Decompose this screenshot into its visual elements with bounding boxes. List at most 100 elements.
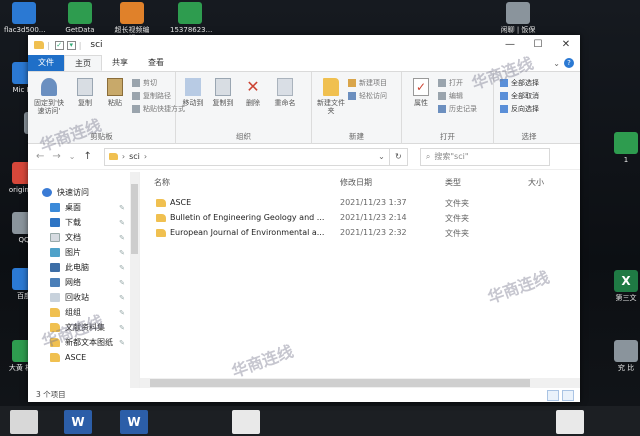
easy-access-button[interactable]: 轻松访问	[348, 91, 387, 101]
properties-button[interactable]: ✓ 属性	[406, 78, 436, 107]
horizontal-scrollbar[interactable]	[140, 378, 580, 388]
taskbar-doc-icon[interactable]	[556, 410, 584, 434]
maximize-button[interactable]: ☐	[524, 35, 552, 55]
net-icon	[50, 278, 60, 287]
edit-button[interactable]: 编辑	[438, 91, 463, 101]
desktop-shortcut[interactable]: 15378623...	[170, 2, 212, 34]
desktop-shortcut-label: 第三文	[615, 294, 637, 302]
desktop-shortcut[interactable]: GetData	[60, 2, 100, 34]
details-view-icon[interactable]	[547, 390, 559, 401]
ribbon-tab[interactable]: 文件	[28, 55, 64, 71]
word-icon[interactable]: W	[64, 410, 92, 434]
nav-item-label: 新都文本图纸	[65, 338, 113, 347]
new-folder-button[interactable]: 新建文件夹	[316, 78, 346, 115]
nav-item-label: 图片	[65, 248, 81, 257]
copy-to-button[interactable]: 复制到	[208, 78, 238, 107]
recent-locations-icon[interactable]: ⌄	[69, 152, 76, 161]
desktop-shortcut[interactable]: 究 比	[606, 340, 640, 372]
pin-icon: ✎	[119, 233, 125, 242]
table-row[interactable]: European Journal of Environmental a... 20…	[140, 226, 580, 241]
nav-item[interactable]: 组组 ✎	[28, 305, 139, 320]
pin-quick-access-button[interactable]: 固定到'快速访问'	[32, 78, 66, 115]
desktop-shortcut-label: 究 比	[617, 364, 635, 372]
copy-button[interactable]: 复制	[70, 78, 100, 107]
column-size[interactable]: 大小	[528, 177, 544, 188]
search-input[interactable]: ⌕ 搜索"sci"	[419, 147, 550, 166]
doc-icon	[50, 233, 60, 242]
desktop-shortcut[interactable]: X 第三文	[606, 270, 640, 302]
taskbar-doc-icon[interactable]	[232, 410, 260, 434]
nav-item[interactable]: 新都文本图纸 ✎	[28, 335, 139, 350]
copy-path-button[interactable]: 复制路径	[132, 91, 171, 101]
move-to-button[interactable]: 移动到	[178, 78, 208, 107]
breadcrumb-sci[interactable]: sci	[129, 152, 140, 161]
invert-selection-button[interactable]: 反向选择	[500, 104, 539, 114]
open-icon	[438, 79, 446, 87]
rename-button[interactable]: 重命名	[270, 78, 300, 107]
file-date: 2021/11/23 1:37	[340, 198, 407, 207]
table-row[interactable]: ASCE 2021/11/23 1:37 文件夹	[140, 196, 580, 211]
expand-ribbon-icon[interactable]: ⌄	[553, 59, 560, 68]
nav-scrollbar-thumb[interactable]	[131, 184, 138, 254]
nav-item[interactable]: 网络 ✎	[28, 275, 139, 290]
checkmark-icon: ✓	[413, 78, 429, 96]
chevron-down-icon[interactable]: ⌄	[378, 152, 385, 161]
nav-item-label: 快速访问	[57, 188, 89, 197]
ribbon-tab[interactable]: 共享	[102, 55, 138, 71]
nav-item[interactable]: 此电脑 ✎	[28, 260, 139, 275]
desktop-shortcut-label: 闲聊 | 饭保	[500, 26, 536, 34]
close-button[interactable]: ✕	[552, 35, 580, 55]
forward-arrow-icon[interactable]: →	[52, 151, 60, 162]
nav-scrollbar[interactable]	[130, 172, 139, 388]
history-button[interactable]: 历史记录	[438, 104, 477, 114]
breadcrumb-sep: ›	[143, 152, 148, 161]
cut-button[interactable]: 剪切	[132, 78, 157, 88]
pc-icon	[50, 263, 60, 272]
nav-item[interactable]: 下载 ✎	[28, 215, 139, 230]
properties-quick-icon[interactable]: ✓	[54, 40, 64, 50]
fold-icon	[50, 353, 60, 362]
open-button[interactable]: 打开	[438, 78, 463, 88]
select-none-button[interactable]: 全部取消	[500, 91, 539, 101]
nav-item[interactable]: 桌面 ✎	[28, 200, 139, 215]
copy-path-icon	[132, 92, 140, 100]
large-icons-view-icon[interactable]	[562, 390, 574, 401]
file-type: 文件夹	[445, 199, 469, 208]
nav-item[interactable]: 回收站 ✎	[28, 290, 139, 305]
desktop-shortcut[interactable]: 闲聊 | 饭保	[498, 2, 538, 34]
ribbon-tab[interactable]: 查看	[138, 55, 174, 71]
delete-button[interactable]: ✕ 删除	[238, 78, 268, 108]
help-icon[interactable]: ?	[564, 58, 574, 68]
column-name[interactable]: 名称	[154, 177, 170, 188]
ribbon-tab[interactable]: 主页	[64, 55, 102, 71]
nav-item[interactable]: 快速访问	[28, 185, 139, 200]
desktop-shortcut-label: flac3d500...	[4, 26, 46, 34]
nav-item[interactable]: 文档 ✎	[28, 230, 139, 245]
fold-icon	[50, 308, 60, 317]
up-arrow-icon[interactable]: ↑	[83, 151, 91, 162]
minimize-button[interactable]: —	[496, 35, 524, 55]
taskbar-app-icon[interactable]	[10, 410, 38, 434]
nav-item[interactable]: 文献资料集 ✎	[28, 320, 139, 335]
paste-button[interactable]: 粘贴	[100, 78, 130, 107]
nav-item[interactable]: 图片 ✎	[28, 245, 139, 260]
horizontal-scrollbar-thumb[interactable]	[150, 379, 530, 387]
address-bar[interactable]: › sci › ⌄	[103, 147, 390, 166]
new-item-button[interactable]: 新建项目	[348, 78, 387, 88]
refresh-icon[interactable]: ↻	[389, 147, 408, 166]
bin-icon	[50, 293, 60, 302]
desktop-shortcut[interactable]: flac3d500...	[4, 2, 46, 34]
column-date[interactable]: 修改日期	[340, 177, 372, 188]
quick-access-dropdown-icon[interactable]: ▾	[66, 40, 76, 50]
back-arrow-icon[interactable]: ←	[36, 151, 44, 162]
desktop-shortcut[interactable]: 1	[606, 132, 640, 164]
table-row[interactable]: Bulletin of Engineering Geology and ... 2…	[140, 211, 580, 226]
nav-item-label: 下载	[65, 218, 81, 227]
desk-icon	[50, 203, 60, 212]
select-all-button[interactable]: 全部选择	[500, 78, 539, 88]
nav-item-label: 桌面	[65, 203, 81, 212]
column-type[interactable]: 类型	[445, 177, 461, 188]
word-icon[interactable]: W	[120, 410, 148, 434]
search-icon: ⌕	[425, 151, 431, 161]
nav-item[interactable]: ASCE	[28, 350, 139, 365]
